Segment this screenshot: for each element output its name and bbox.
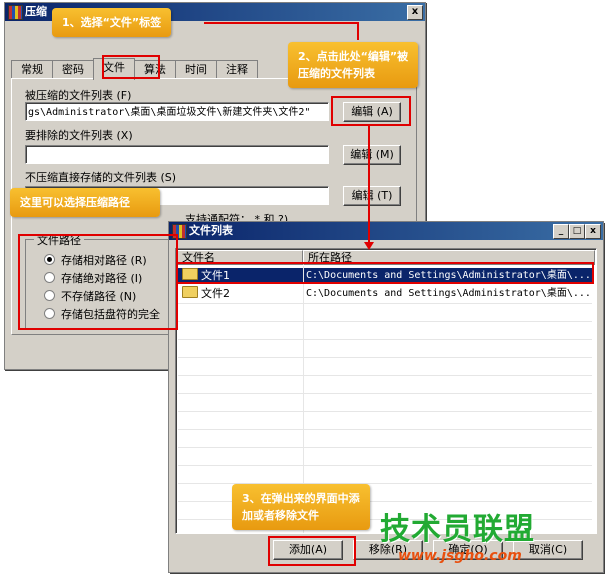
file-row[interactable]: 文件2 C:\Documents and Settings\Administra… bbox=[178, 286, 592, 302]
callout-step2-line2: 压缩的文件列表 bbox=[298, 67, 375, 80]
archive-app-icon bbox=[8, 5, 23, 20]
edit-exclude-list-button[interactable]: 编辑 (M) bbox=[343, 145, 401, 165]
grid-line bbox=[178, 447, 592, 448]
maximize-button[interactable]: □ bbox=[569, 224, 585, 239]
callout-step2-line1: 2、点击此处“编辑”被 bbox=[298, 50, 409, 63]
grid-line bbox=[178, 429, 592, 430]
file-list-title: 文件列表 bbox=[189, 224, 233, 237]
highlight-files-tab bbox=[102, 55, 160, 79]
watermark-url: www.jsgho.com bbox=[398, 548, 522, 564]
file-name: 文件2 bbox=[201, 287, 230, 300]
file-name-cell: 文件2 bbox=[182, 286, 302, 302]
callout-step1: 1、选择“文件”标签 bbox=[52, 8, 172, 37]
folder-icon bbox=[182, 286, 198, 298]
close-button[interactable]: x bbox=[585, 224, 601, 239]
file-list-titlebar: 文件列表 _ □ x bbox=[169, 222, 603, 240]
store-list-label: 不压缩直接存储的文件列表 (S) bbox=[25, 171, 177, 184]
grid-line bbox=[178, 465, 592, 466]
grid-line bbox=[178, 357, 592, 358]
callout-step3-line2: 加或者移除文件 bbox=[242, 509, 319, 522]
compressed-list-field[interactable]: gs\Administrator\桌面\桌面垃圾文件\新建文件夹\文件2" bbox=[25, 102, 329, 121]
highlight-edit-button bbox=[331, 96, 411, 126]
arrow-down-icon bbox=[364, 242, 374, 250]
grid-line bbox=[178, 339, 592, 340]
exclude-list-field[interactable] bbox=[25, 145, 329, 164]
callout-step3-line1: 3、在弹出来的界面中添 bbox=[242, 492, 360, 505]
grid-line bbox=[178, 303, 592, 304]
callout-path-tip: 这里可以选择压缩路径 bbox=[10, 188, 160, 217]
tab-general[interactable]: 常规 bbox=[11, 60, 53, 79]
highlight-selected-row bbox=[176, 262, 594, 284]
connector-line bbox=[204, 22, 358, 24]
grid-line bbox=[178, 321, 592, 322]
compressed-list-label: 被压缩的文件列表 (F) bbox=[25, 89, 132, 102]
tab-password[interactable]: 密码 bbox=[52, 60, 94, 79]
grid-line bbox=[178, 375, 592, 376]
grid-line bbox=[178, 411, 592, 412]
watermark-brand: 技术员联盟 bbox=[380, 512, 535, 547]
close-button[interactable]: x bbox=[407, 5, 423, 20]
file-path-cell: C:\Documents and Settings\Administrator\… bbox=[306, 288, 591, 299]
exclude-list-label: 要排除的文件列表 (X) bbox=[25, 129, 133, 142]
compress-dialog-title: 压缩 bbox=[25, 5, 47, 18]
grid-line bbox=[178, 393, 592, 394]
highlight-path-group bbox=[18, 234, 178, 330]
edit-store-list-button[interactable]: 编辑 (T) bbox=[343, 186, 401, 206]
minimize-button[interactable]: _ bbox=[553, 224, 569, 239]
callout-step2: 2、点击此处“编辑”被 压缩的文件列表 bbox=[288, 42, 419, 88]
highlight-add-button bbox=[268, 536, 356, 566]
connector-line bbox=[368, 124, 370, 242]
tab-comment[interactable]: 注释 bbox=[216, 60, 258, 79]
connector-line bbox=[357, 22, 359, 40]
callout-step3: 3、在弹出来的界面中添 加或者移除文件 bbox=[232, 484, 370, 530]
tab-time[interactable]: 时间 bbox=[175, 60, 217, 79]
